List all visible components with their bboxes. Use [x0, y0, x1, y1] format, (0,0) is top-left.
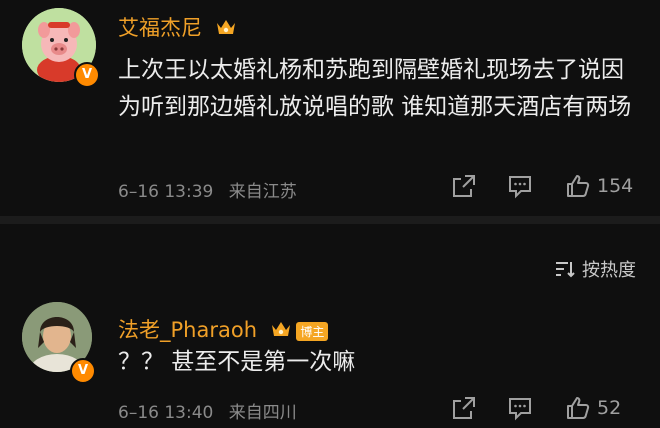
like-button[interactable]: 154: [565, 172, 633, 200]
sort-icon: [556, 262, 575, 278]
comment-icon: [509, 398, 531, 421]
like-count: 154: [597, 175, 634, 197]
comment-date: 6–16 13:39: [118, 182, 214, 202]
sort-toggle[interactable]: 按热度: [554, 256, 636, 282]
comment-text: ？？ 甚至不是第一次嘛: [118, 349, 356, 375]
verified-badge-icon: V: [70, 358, 96, 384]
comment-icon: [509, 176, 531, 199]
verified-badge-icon: V: [74, 62, 100, 88]
username[interactable]: 艾福杰尼: [118, 12, 237, 42]
username-text[interactable]: 法老_Pharaoh: [118, 318, 257, 342]
like-count: 52: [597, 397, 622, 419]
thumbs-up-icon: [567, 397, 590, 419]
comment-item: V 艾福杰尼 上次王以太婚礼杨和苏跑到隔壁婚礼现场去了说因为听到那边婚礼放说唱的…: [0, 0, 660, 216]
comment-meta: 6–16 13:39 来自江苏: [118, 177, 307, 202]
share-icon: [453, 397, 475, 419]
comment-text: 上次王以太婚礼杨和苏跑到隔壁婚礼现场去了说因为听到那边婚礼放说唱的歌 谁知道那天…: [118, 57, 632, 120]
like-button[interactable]: 52: [565, 394, 621, 422]
comment-date: 6–16 13:40: [118, 403, 214, 423]
crown-icon: [215, 17, 237, 42]
thumbs-up-icon: [567, 175, 590, 197]
reply-button[interactable]: [507, 394, 533, 422]
username-text[interactable]: 艾福杰尼: [118, 16, 202, 40]
share-button[interactable]: [451, 394, 477, 422]
username[interactable]: 法老_Pharaoh 博主: [118, 314, 329, 344]
comment-location: 来自四川: [228, 403, 297, 423]
share-icon: [453, 175, 475, 197]
section-divider: [0, 216, 660, 224]
comment-location: 来自江苏: [228, 182, 297, 202]
comment-meta: 6–16 13:40 来自四川: [118, 398, 307, 423]
share-button[interactable]: [451, 172, 477, 200]
sort-label[interactable]: 按热度: [582, 256, 636, 282]
crown-icon: [270, 319, 292, 344]
blogger-badge: 博主: [296, 321, 329, 341]
comment-item: V 法老_Pharaoh 博主 ？？ 甚至不是第一次嘛 6–16 13:40 来…: [0, 300, 660, 428]
reply-button[interactable]: [507, 172, 533, 200]
